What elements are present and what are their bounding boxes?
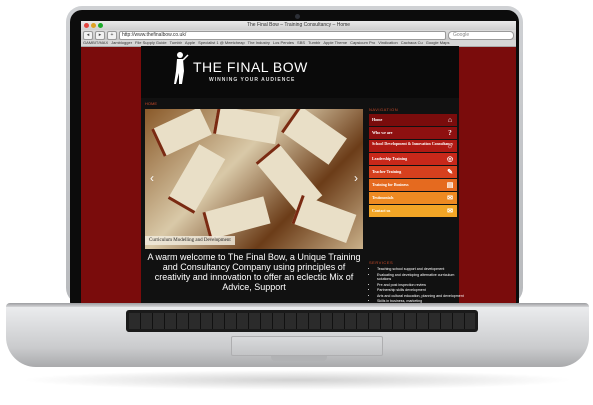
service-item[interactable]: Evaluating and developing alternative cu… xyxy=(377,273,465,282)
trackpad xyxy=(231,336,383,356)
services-list: Teaching school support and development … xyxy=(369,267,465,304)
search-field[interactable]: Google xyxy=(448,30,514,40)
slide-image xyxy=(167,144,226,214)
window-titlebar: The Final Bow – Training Consultancy – H… xyxy=(81,21,516,30)
speech-icon: ✉ xyxy=(447,194,453,202)
laptop-hinge xyxy=(6,303,589,307)
nav-item-label: Home xyxy=(372,117,383,122)
breadcrumb[interactable]: HOME xyxy=(145,101,157,106)
screen-bezel: The Final Bow – Training Consultancy – H… xyxy=(70,10,519,304)
nav-item-label: Training for Business xyxy=(372,182,409,187)
close-window-button[interactable] xyxy=(84,23,89,28)
nav-item-training-for-business[interactable]: Training for Business ▤ xyxy=(369,179,457,191)
globe-icon: ◎ xyxy=(446,155,454,163)
nav-item-label: Contact us xyxy=(372,208,391,213)
back-button[interactable]: ◂ xyxy=(83,30,93,40)
lid-notch xyxy=(271,356,327,361)
address-bar[interactable]: http://www.thefinalbow.co.uk/ xyxy=(119,30,446,40)
browser-window: The Final Bow – Training Consultancy – H… xyxy=(81,21,516,304)
add-bookmark-button[interactable]: + xyxy=(107,30,117,40)
nav-item-teacher-training[interactable]: Teacher Training ✎ xyxy=(369,166,457,178)
web-page: THE FINAL BOW WINNING YOUR AUDIENCE HOME… xyxy=(141,46,464,304)
laptop-shadow xyxy=(20,370,575,390)
slide-image xyxy=(291,194,357,244)
nav-item-label: School Development & Innovation Consulta… xyxy=(372,141,454,146)
slide-image xyxy=(281,109,347,165)
slide-image xyxy=(213,109,280,145)
window-controls xyxy=(84,23,103,28)
laptop-base xyxy=(6,303,589,367)
nav-item-testimonials[interactable]: Testimonials ✉ xyxy=(369,192,457,204)
browser-toolbar: ◂ ▸ + http://www.thefinalbow.co.uk/ Goog… xyxy=(81,30,516,40)
home-icon: ⌂ xyxy=(447,116,453,124)
service-item[interactable]: Partnership skills development xyxy=(377,288,465,293)
service-item[interactable]: Arts and cultural education, planning an… xyxy=(377,294,465,299)
minimize-window-button[interactable] xyxy=(91,23,96,28)
slider-prev-arrow-icon[interactable]: ‹ xyxy=(147,171,157,185)
camera-icon xyxy=(295,14,300,19)
mail-icon: ✉ xyxy=(447,207,453,215)
service-item[interactable]: Pre and post inspection review xyxy=(377,283,465,288)
laptop-lid: The Final Bow – Training Consultancy – H… xyxy=(66,6,523,304)
slider-next-arrow-icon[interactable]: › xyxy=(351,171,361,185)
site-header: THE FINAL BOW WINNING YOUR AUDIENCE xyxy=(141,46,459,98)
zoom-window-button[interactable] xyxy=(98,23,103,28)
bowing-figure-logo-icon xyxy=(174,52,189,84)
navigation-menu: Home ⌂ Who we are ? School Development &… xyxy=(369,114,457,218)
welcome-text: A warm welcome to The Final Bow, a Uniqu… xyxy=(147,252,361,292)
nav-item-label: Leadership Training xyxy=(372,156,408,161)
navigation-heading: NAVIGATION xyxy=(369,107,399,112)
lightbulb-icon: ☼ xyxy=(446,142,454,150)
slide-image xyxy=(202,196,271,240)
image-slider[interactable]: ‹ › Curriculum Modelling and Development xyxy=(145,109,363,249)
logo-subtitle: WINNING YOUR AUDIENCE xyxy=(209,77,296,83)
nav-item-contact-us[interactable]: Contact us ✉ xyxy=(369,205,457,217)
service-item[interactable]: Teaching school support and development xyxy=(377,267,465,272)
chart-icon: ▤ xyxy=(446,181,454,189)
nav-item-leadership-training[interactable]: Leadership Training ◎ xyxy=(369,153,457,165)
forward-button[interactable]: ▸ xyxy=(95,30,105,40)
nav-item-school-development[interactable]: School Development & Innovation Consulta… xyxy=(369,140,457,152)
window-title: The Final Bow – Training Consultancy – H… xyxy=(246,22,351,28)
question-icon: ? xyxy=(448,129,452,137)
logo-title[interactable]: THE FINAL BOW xyxy=(193,59,308,75)
nav-item-label: Who we are xyxy=(372,130,393,135)
nav-item-label: Testimonials xyxy=(372,195,394,200)
keyboard xyxy=(126,310,478,332)
services-heading: SERVICES xyxy=(369,260,394,265)
nav-item-label: Teacher Training xyxy=(372,169,402,174)
nav-item-home[interactable]: Home ⌂ xyxy=(369,114,457,126)
bookmark-item[interactable]: GAMBIT/MAX xyxy=(83,40,108,46)
keyboard-keys xyxy=(129,313,475,329)
pencil-icon: ✎ xyxy=(447,168,453,176)
bookmark-item[interactable]: Jamblogger xyxy=(111,40,132,46)
slide-caption: Curriculum Modelling and Development xyxy=(145,236,235,245)
nav-item-who-we-are[interactable]: Who we are ? xyxy=(369,127,457,139)
